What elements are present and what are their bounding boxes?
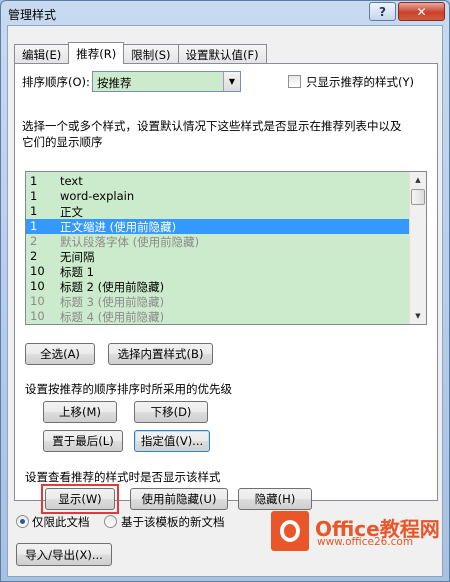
priority-label: 设置按推荐的顺序排序时所采用的优先级: [25, 382, 232, 396]
scope-template-label: 基于该模板的新文档: [121, 515, 225, 529]
move-last-button[interactable]: 置于最后(L): [43, 430, 123, 452]
help-button[interactable]: ?: [369, 2, 396, 21]
list-item[interactable]: 10 标题 1: [26, 264, 411, 279]
recommend-panel: 排序顺序(O): 按推荐 ▼ 只显示推荐的样式(Y) 选择一个或多个样式，设置默…: [14, 63, 438, 514]
list-item-style-name: 标题 3 (使用前隐藏): [60, 295, 165, 309]
list-item-style-name: 标题 4 (使用前隐藏): [60, 310, 165, 324]
list-item-priority: 10: [30, 309, 45, 323]
scroll-thumb[interactable]: [411, 189, 425, 205]
sort-order-dropdown[interactable]: 按推荐 ▼: [92, 71, 241, 92]
list-item[interactable]: 1 word-explain: [26, 189, 411, 204]
import-export-button[interactable]: 导入/导出(X)...: [16, 543, 112, 566]
list-item[interactable]: 10 标题 2 (使用前隐藏): [26, 279, 411, 294]
sort-order-value: 按推荐: [97, 76, 132, 90]
move-down-button[interactable]: 下移(D): [134, 401, 208, 423]
manage-styles-dialog: 管理样式 ? ✕ 编辑(E) 推荐(R) 限制(S) 设置默认值(F) 排序顺序…: [0, 0, 450, 582]
close-button[interactable]: ✕: [398, 2, 445, 21]
move-up-button[interactable]: 上移(M): [43, 401, 117, 423]
select-all-button[interactable]: 全选(A): [25, 343, 95, 365]
list-item-priority: 1: [30, 219, 38, 233]
scope-this-doc-radio[interactable]: [16, 515, 29, 528]
list-item-priority: 10: [30, 279, 45, 293]
list-item-style-name: 正文缩进 (使用前隐藏): [60, 220, 177, 234]
instruction-line-1: 选择一个或多个样式，设置默认情况下这些样式是否显示在推荐列表中以及: [22, 119, 402, 133]
select-builtin-button[interactable]: 选择内置样式(B): [108, 343, 213, 365]
instruction-line-2: 它们的显示顺序: [22, 135, 103, 149]
scope-template-radio[interactable]: [104, 515, 117, 528]
dialog-body: 编辑(E) 推荐(R) 限制(S) 设置默认值(F) 排序顺序(O): 按推荐 …: [7, 25, 443, 577]
scroll-down-icon[interactable]: ▼: [410, 308, 426, 324]
list-item[interactable]: 1 正文: [26, 204, 411, 219]
list-item-style-name: 无间隔: [60, 250, 95, 264]
hide-until-used-button[interactable]: 使用前隐藏(U): [130, 488, 228, 510]
watermark-url: www.office26.com: [317, 536, 414, 548]
list-item-priority: 2: [30, 234, 38, 248]
list-item[interactable]: 10 标题 4 (使用前隐藏): [26, 309, 411, 324]
list-item[interactable]: 2 默认段落字体 (使用前隐藏): [26, 234, 411, 249]
list-item[interactable]: 2 无间隔: [26, 249, 411, 264]
scroll-up-icon[interactable]: ▲: [410, 172, 426, 188]
only-recommended-label: 只显示推荐的样式(Y): [306, 75, 414, 89]
assign-value-button[interactable]: 指定值(V)...: [134, 430, 210, 452]
list-item[interactable]: 1 正文缩进 (使用前隐藏): [26, 219, 411, 234]
style-list-scrollbar[interactable]: ▲ ▼: [409, 172, 426, 324]
scope-this-doc-label: 仅限此文档: [32, 515, 90, 529]
list-item-priority: 1: [30, 174, 38, 188]
list-item-style-name: 正文: [60, 205, 83, 219]
list-item-style-name: 标题 1: [60, 265, 94, 279]
list-item-priority: 2: [30, 249, 38, 263]
hide-button[interactable]: 隐藏(H): [238, 488, 312, 510]
sort-order-label: 排序顺序(O):: [22, 75, 90, 89]
list-item-style-name: text: [60, 174, 83, 188]
tab-set-defaults[interactable]: 设置默认值(F): [177, 44, 267, 64]
list-item-priority: 1: [30, 204, 38, 218]
tab-restrict[interactable]: 限制(S): [123, 44, 179, 64]
list-item-priority: 10: [30, 264, 45, 278]
chevron-down-icon[interactable]: ▼: [223, 72, 240, 91]
list-item-priority: 1: [30, 189, 38, 203]
office-logo-icon: [271, 511, 309, 551]
list-item-style-name: word-explain: [60, 189, 135, 203]
tab-recommend[interactable]: 推荐(R): [68, 42, 125, 64]
dialog-title: 管理样式: [8, 8, 57, 22]
tab-edit[interactable]: 编辑(E): [14, 44, 70, 64]
list-item-priority: 10: [30, 294, 45, 308]
visibility-label: 设置查看推荐的样式时是否显示该样式: [25, 470, 221, 484]
list-item[interactable]: 1 text: [26, 174, 411, 189]
style-list[interactable]: 1 text 1 word-explain 1 正文 1 正文缩进 (使用前隐藏) 2 默认段落字…: [25, 171, 427, 325]
list-item-style-name: 默认段落字体 (使用前隐藏): [60, 235, 200, 249]
list-item[interactable]: 10 标题 3 (使用前隐藏): [26, 294, 411, 309]
tab-strip: 编辑(E) 推荐(R) 限制(S) 设置默认值(F): [14, 42, 267, 64]
list-item-style-name: 标题 2 (使用前隐藏): [60, 280, 165, 294]
only-recommended-checkbox[interactable]: [288, 75, 301, 88]
watermark: Office教程网 www.office26.com: [271, 511, 440, 551]
title-bar[interactable]: 管理样式 ? ✕: [1, 1, 449, 25]
show-button-highlight: [41, 484, 119, 514]
